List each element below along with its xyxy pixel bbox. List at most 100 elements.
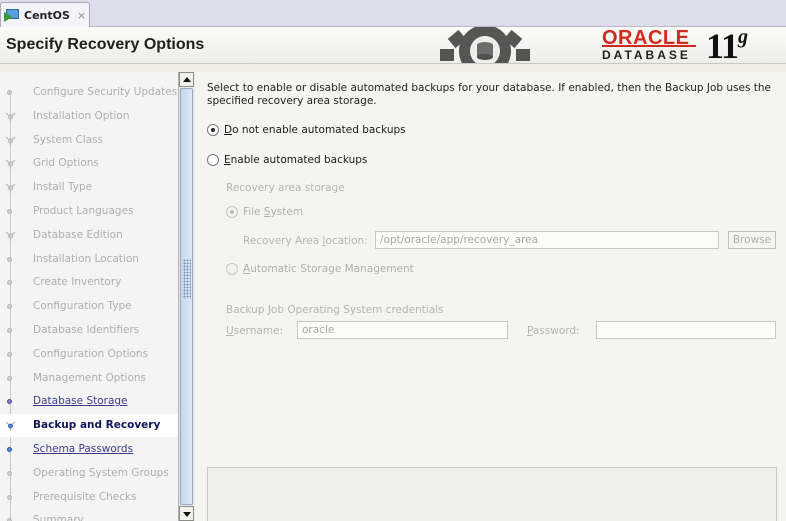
- recovery-location-label: Recovery Area location:: [243, 235, 368, 247]
- option-enable-backups[interactable]: Enable automated backups: [207, 154, 367, 166]
- sidebar-step-label: Configuration Options: [33, 347, 149, 360]
- vm-console-icon: [4, 8, 21, 22]
- sidebar-step-label: Schema Passwords: [33, 443, 134, 455]
- close-icon[interactable]: ×: [77, 9, 86, 22]
- sidebar-step-label: Install Type: [33, 181, 93, 194]
- radio-enable-backups[interactable]: [207, 154, 219, 166]
- step-dot-icon: [5, 255, 15, 265]
- radio-file-system-label: File System: [243, 206, 304, 218]
- sidebar-step-label: Database Edition: [33, 228, 123, 241]
- scroll-up-button[interactable]: [179, 72, 194, 87]
- radio-file-system[interactable]: [226, 206, 238, 218]
- radio-disable-label: Do not enable automated backups: [224, 124, 406, 136]
- radio-enable-label: Enable automated backups: [224, 154, 368, 166]
- sidebar-step: Grid Options: [0, 152, 178, 175]
- logo-divider: [602, 45, 696, 47]
- version-number: 11: [706, 27, 739, 64]
- sidebar-step-label: Management Options: [33, 371, 147, 384]
- tab-label: CentOS: [24, 8, 70, 22]
- radio-disable-backups[interactable]: [207, 124, 219, 136]
- step-dot-icon: [5, 350, 15, 360]
- step-dot-icon: [5, 493, 15, 503]
- sidebar-step: Product Languages: [0, 200, 178, 223]
- sidebar-step: Prerequisite Checks: [0, 486, 178, 509]
- recovery-storage-label: Recovery area storage: [226, 182, 345, 194]
- oracle-logo-sub: DATABASE: [602, 48, 691, 62]
- sidebar-step-label: Backup and Recovery: [33, 419, 161, 432]
- main-panel: Select to enable or disable automated ba…: [195, 72, 786, 521]
- sidebar-step-label: Grid Options: [33, 157, 99, 170]
- sidebar-step[interactable]: Backup and Recovery: [0, 414, 178, 438]
- step-fork-icon: [5, 159, 16, 170]
- password-input[interactable]: [596, 321, 776, 339]
- scroll-grip-icon: [183, 259, 191, 299]
- step-fork-icon: [5, 231, 16, 241]
- step-dot-icon: [5, 445, 15, 455]
- username-input[interactable]: oracle: [297, 321, 508, 339]
- description-text: Select to enable or disable automated ba…: [207, 82, 772, 107]
- sidebar-step-label: Operating System Groups: [33, 466, 169, 479]
- radio-asm[interactable]: [226, 263, 238, 275]
- radio-asm-label: Automatic Storage Management: [243, 263, 414, 275]
- step-dot-icon: [5, 516, 15, 521]
- step-dot-icon: [5, 207, 15, 217]
- page-title: Specify Recovery Options: [6, 36, 205, 53]
- sidebar-step-label: Configure Security Updates: [33, 86, 178, 98]
- password-label: Password:: [527, 325, 580, 337]
- sidebar-step[interactable]: Database Storage: [0, 390, 178, 413]
- username-label: Username:: [226, 325, 284, 337]
- browse-button[interactable]: Browse: [728, 231, 776, 249]
- gear-decoration-icon: [440, 27, 530, 63]
- step-fork-icon: [5, 112, 16, 122]
- sidebar-step-label: System Class: [33, 133, 104, 146]
- step-dot-icon: [5, 302, 15, 312]
- sidebar-step: Installation Option: [0, 105, 178, 128]
- sidebar-step: Configuration Type: [0, 295, 178, 318]
- credentials-label: Backup Job Operating System credentials: [226, 304, 444, 316]
- sidebar-step: Install Type: [0, 176, 178, 199]
- sidebar-step: Summary: [0, 509, 178, 521]
- sidebar-step[interactable]: Schema Passwords: [0, 438, 178, 461]
- sidebar-step: System Class: [0, 129, 178, 152]
- step-dot-icon: [5, 397, 15, 407]
- option-disable-backups[interactable]: Do not enable automated backups: [207, 124, 406, 136]
- tab-bar: CentOS ×: [0, 0, 786, 27]
- sidebar-step: Operating System Groups: [0, 462, 178, 485]
- option-asm[interactable]: Automatic Storage Management: [226, 263, 414, 275]
- sidebar-step-label: Installation Option: [33, 109, 130, 122]
- sidebar-step: Create Inventory: [0, 271, 178, 294]
- oracle-logo: ORACLE DATABASE: [602, 27, 698, 63]
- version-suffix: g: [738, 27, 748, 48]
- option-file-system[interactable]: File System: [226, 206, 303, 218]
- sidebar-step-label: Database Storage: [33, 395, 128, 408]
- sidebar-scrollbar[interactable]: [178, 72, 194, 521]
- step-dot-icon: [5, 88, 15, 98]
- sidebar-step-label: Create Inventory: [33, 276, 122, 289]
- sidebar-step: Configure Security Updates: [0, 81, 178, 104]
- sidebar-step: Database Identifiers: [0, 319, 178, 342]
- sidebar-step-label: Configuration Type: [33, 300, 132, 313]
- sidebar-step-label: Summary: [33, 514, 84, 521]
- steps-sidebar: Configure Security Updates Installation O…: [0, 72, 178, 521]
- sidebar-step-label: Installation Location: [33, 252, 139, 265]
- sidebar-step: Configuration Options: [0, 343, 178, 366]
- message-panel: [207, 467, 777, 521]
- step-dot-icon: [5, 326, 15, 336]
- step-dot-icon: [5, 374, 15, 384]
- step-fork-icon: [5, 136, 16, 146]
- tab-centos[interactable]: CentOS ×: [0, 2, 90, 27]
- sidebar-step: Database Edition: [0, 224, 178, 247]
- step-dot-icon: [5, 469, 15, 479]
- sidebar-step-label: Product Languages: [33, 205, 134, 217]
- recovery-location-input[interactable]: /opt/oracle/app/recovery_area: [375, 231, 719, 249]
- step-fork-icon: [5, 183, 16, 194]
- step-dot-icon: [5, 278, 15, 288]
- scroll-down-button[interactable]: [179, 506, 194, 521]
- sidebar-step: Installation Location: [0, 248, 178, 271]
- sidebar-step-label: Database Identifiers: [33, 324, 140, 336]
- sidebar-step-label: Prerequisite Checks: [33, 490, 137, 503]
- installer-header: Specify Recovery Options ORACLE DATABASE…: [0, 27, 786, 64]
- sidebar-step: Management Options: [0, 367, 178, 390]
- scroll-thumb[interactable]: [180, 88, 193, 505]
- step-fork-icon: [5, 421, 16, 432]
